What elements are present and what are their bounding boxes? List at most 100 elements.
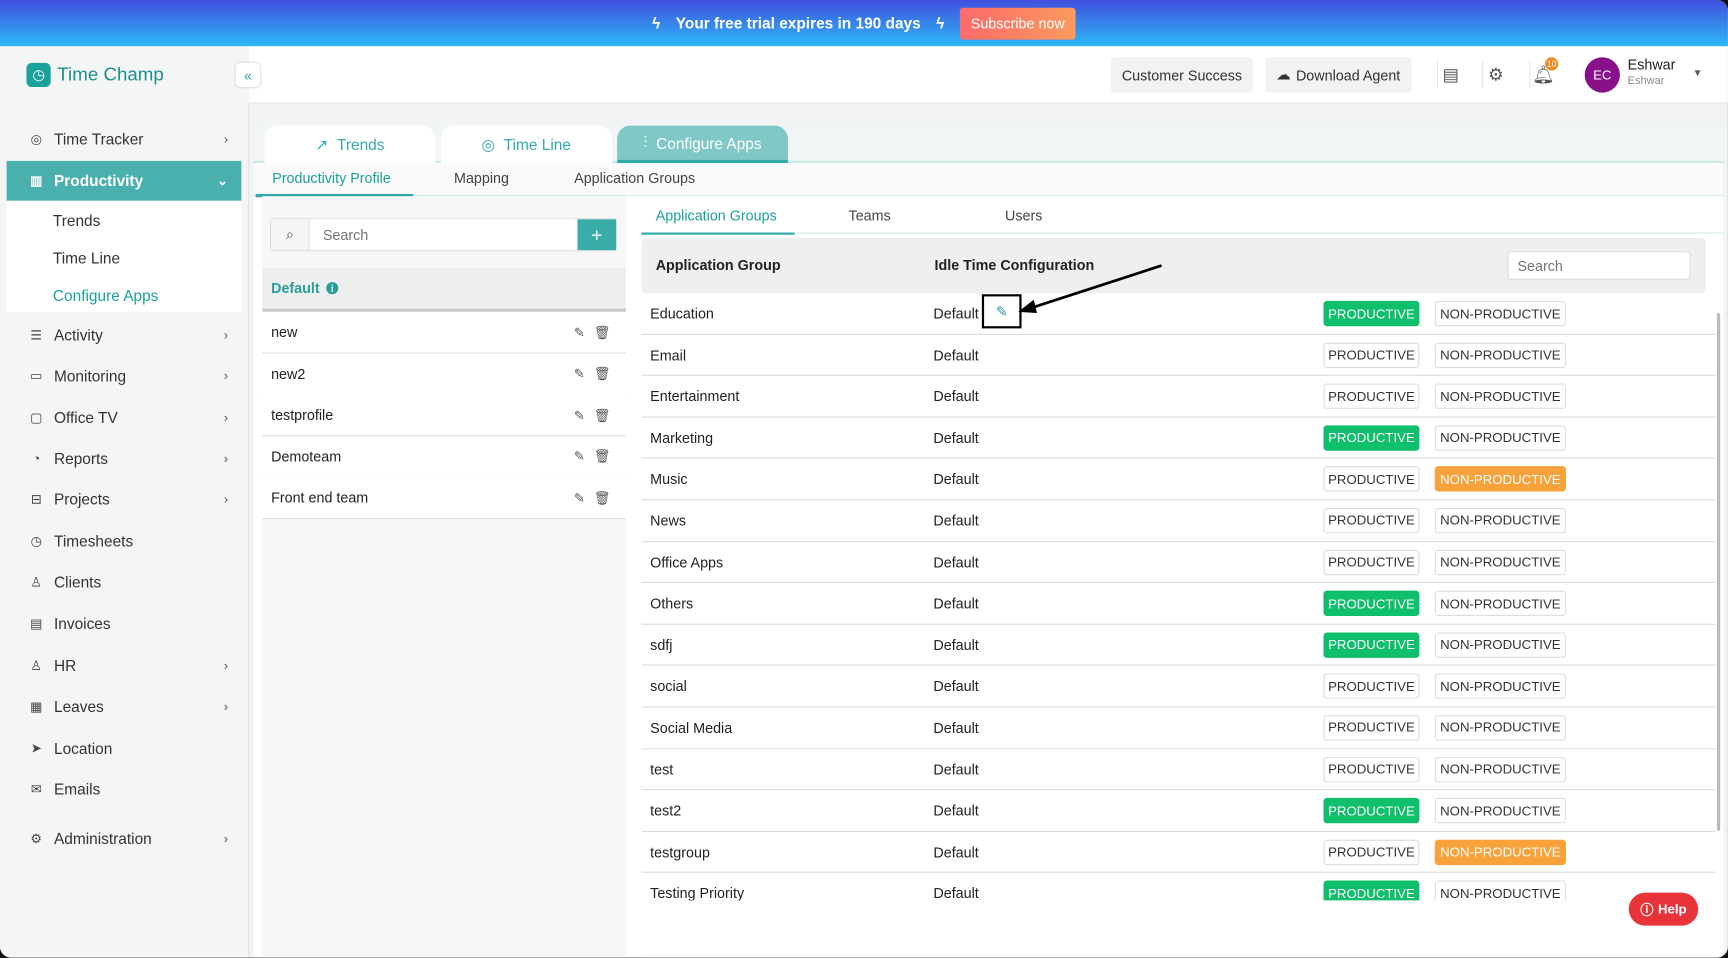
sidebar-item-hr[interactable]: ♙ HR › — [7, 646, 242, 686]
sidebar-item-emails[interactable]: ✉ Emails — [7, 769, 242, 809]
sidebar-item-timesheets[interactable]: ◷ Timesheets — [7, 521, 242, 561]
sidebar-item-monitoring[interactable]: ▭ Monitoring › — [7, 356, 242, 396]
trash-icon[interactable]: 🗑︎ — [594, 325, 611, 340]
avatar[interactable]: EC — [1584, 57, 1620, 93]
sidebar-item-invoices[interactable]: ▤ Invoices — [7, 604, 242, 644]
edit-icon[interactable]: ✎ — [574, 407, 585, 422]
productive-button[interactable]: PRODUCTIVE — [1323, 632, 1420, 658]
productive-button[interactable]: PRODUCTIVE — [1323, 715, 1420, 741]
sidebar-subitem-trends[interactable]: Trends — [7, 202, 242, 239]
productive-button[interactable]: PRODUCTIVE — [1323, 466, 1420, 492]
productive-button[interactable]: PRODUCTIVE — [1323, 797, 1420, 824]
productive-button[interactable]: PRODUCTIVE — [1323, 342, 1420, 368]
group-name: sdfj — [650, 636, 673, 654]
logo[interactable]: ◷ Time Champ — [0, 46, 250, 104]
subtab-application-groups[interactable]: Application Groups — [574, 170, 695, 187]
non-productive-button[interactable]: NON-PRODUCTIVE — [1434, 632, 1566, 658]
idle-config: Default — [933, 885, 979, 901]
productive-button[interactable]: PRODUCTIVE — [1323, 673, 1420, 700]
sidebar-item-label: Projects — [53, 490, 110, 509]
document-icon[interactable]: ▤ — [1437, 61, 1463, 89]
table-search-input[interactable] — [1507, 251, 1691, 280]
subscribe-button[interactable]: Subscribe now — [959, 7, 1076, 40]
productive-button[interactable]: PRODUCTIVE — [1323, 839, 1420, 865]
non-productive-button[interactable]: NON-PRODUCTIVE — [1434, 300, 1566, 327]
group-name: Social Media — [650, 719, 733, 737]
sidebar-item-projects[interactable]: ⊟ Projects › — [7, 479, 242, 519]
edit-idle-config-icon[interactable]: ✎ — [981, 294, 1022, 329]
collapse-sidebar-button[interactable]: « — [235, 62, 261, 88]
profile-default[interactable]: Default i — [262, 267, 626, 312]
tab-trends[interactable]: ↗ Trends — [264, 125, 436, 164]
non-productive-button[interactable]: NON-PRODUCTIVE — [1434, 507, 1566, 534]
profile-item[interactable]: testprofile ✎ 🗑︎ — [262, 394, 626, 437]
tab-application-groups[interactable]: Application Groups — [641, 207, 795, 235]
profile-item[interactable]: new2 ✎ 🗑︎ — [262, 353, 626, 396]
sidebar-item-location[interactable]: ➤ Location — [7, 728, 242, 768]
edit-icon[interactable]: ✎ — [574, 366, 585, 381]
trash-icon[interactable]: 🗑︎ — [594, 407, 611, 422]
customer-success-button[interactable]: Customer Success — [1110, 57, 1254, 93]
non-productive-button[interactable]: NON-PRODUCTIVE — [1434, 756, 1566, 782]
profile-search-input[interactable] — [309, 219, 578, 251]
monitor-icon: ▭ — [30, 368, 43, 384]
edit-icon[interactable]: ✎ — [574, 449, 585, 464]
sidebar-item-productivity[interactable]: ▥ Productivity ⌄ — [6, 160, 242, 201]
non-productive-button[interactable]: NON-PRODUCTIVE — [1434, 880, 1566, 901]
non-productive-button[interactable]: NON-PRODUCTIVE — [1434, 797, 1566, 824]
chevron-down-icon[interactable]: ▼ — [1693, 67, 1703, 78]
profile-item[interactable]: Front end team ✎ 🗑︎ — [262, 477, 626, 520]
productive-button[interactable]: PRODUCTIVE — [1323, 507, 1420, 534]
download-agent-button[interactable]: ☁ Download Agent — [1265, 57, 1412, 93]
non-productive-button[interactable]: NON-PRODUCTIVE — [1434, 590, 1566, 617]
profile-item[interactable]: new ✎ 🗑︎ — [262, 311, 626, 354]
table-row: Social Media Default PRODUCTIVE NON-PRODUCT… — [641, 707, 1716, 749]
gear-icon[interactable]: ⚙ — [1482, 61, 1508, 89]
trash-icon[interactable]: 🗑︎ — [594, 449, 611, 464]
non-productive-button[interactable]: NON-PRODUCTIVE — [1434, 342, 1566, 368]
tab-teams[interactable]: Teams — [849, 207, 891, 224]
productive-button[interactable]: PRODUCTIVE — [1323, 756, 1420, 782]
sidebar-subitem-time-line[interactable]: Time Line — [7, 239, 242, 276]
non-productive-button[interactable]: NON-PRODUCTIVE — [1434, 425, 1566, 451]
subtab-productivity-profile[interactable]: Productivity Profile — [255, 170, 413, 198]
sidebar-item-reports[interactable]: ◔ Reports › — [7, 439, 242, 479]
sidebar-item-time-tracker[interactable]: ◎ Time Tracker › — [7, 119, 242, 159]
non-productive-button[interactable]: NON-PRODUCTIVE — [1434, 383, 1566, 410]
non-productive-button[interactable]: NON-PRODUCTIVE — [1434, 673, 1566, 700]
productive-button[interactable]: PRODUCTIVE — [1323, 549, 1420, 575]
sidebar-subitem-configure-apps[interactable]: Configure Apps — [7, 277, 242, 314]
info-icon[interactable]: i — [326, 282, 339, 295]
sidebar-item-administration[interactable]: ⚙ Administration › — [7, 819, 242, 859]
sidebar-item-office-tv[interactable]: ▢ Office TV › — [7, 398, 242, 438]
non-productive-button[interactable]: NON-PRODUCTIVE — [1434, 549, 1566, 575]
add-profile-button[interactable]: + — [577, 219, 617, 251]
sidebar-item-activity[interactable]: ☰ Activity › — [7, 315, 242, 355]
non-productive-button[interactable]: NON-PRODUCTIVE — [1434, 715, 1566, 741]
trash-icon[interactable]: 🗑︎ — [594, 366, 611, 381]
lightning-icon: ϟ — [652, 14, 661, 32]
help-button[interactable]: ⓘ Help — [1628, 892, 1699, 926]
trash-icon[interactable]: 🗑︎ — [594, 490, 611, 505]
clock-logo-icon: ◷ — [26, 62, 51, 88]
profile-item[interactable]: Demoteam ✎ 🗑︎ — [262, 436, 626, 479]
tab-time-line[interactable]: ◎ Time Line — [440, 125, 612, 164]
chevron-icon: › — [223, 409, 229, 426]
edit-icon[interactable]: ✎ — [574, 490, 585, 505]
scrollbar[interactable] — [1716, 293, 1723, 900]
tab-users[interactable]: Users — [1005, 207, 1042, 224]
productive-button[interactable]: PRODUCTIVE — [1323, 880, 1420, 901]
productive-button[interactable]: PRODUCTIVE — [1323, 300, 1420, 327]
non-productive-button[interactable]: NON-PRODUCTIVE — [1434, 839, 1566, 865]
non-productive-button[interactable]: NON-PRODUCTIVE — [1434, 466, 1566, 492]
bell-icon[interactable]: 🔔︎ 10 — [1529, 57, 1559, 89]
productive-button[interactable]: PRODUCTIVE — [1323, 590, 1420, 617]
tab-configure-apps[interactable]: ⫶ Configure Apps — [617, 125, 788, 164]
edit-icon[interactable]: ✎ — [574, 325, 585, 340]
sidebar-item-leaves[interactable]: ▦ Leaves › — [7, 687, 242, 727]
sidebar-item-clients[interactable]: ♙ Clients — [7, 562, 242, 602]
subtab-mapping[interactable]: Mapping — [454, 170, 509, 187]
productive-button[interactable]: PRODUCTIVE — [1323, 383, 1420, 410]
profile-name: Front end team — [271, 489, 369, 507]
productive-button[interactable]: PRODUCTIVE — [1323, 425, 1420, 451]
